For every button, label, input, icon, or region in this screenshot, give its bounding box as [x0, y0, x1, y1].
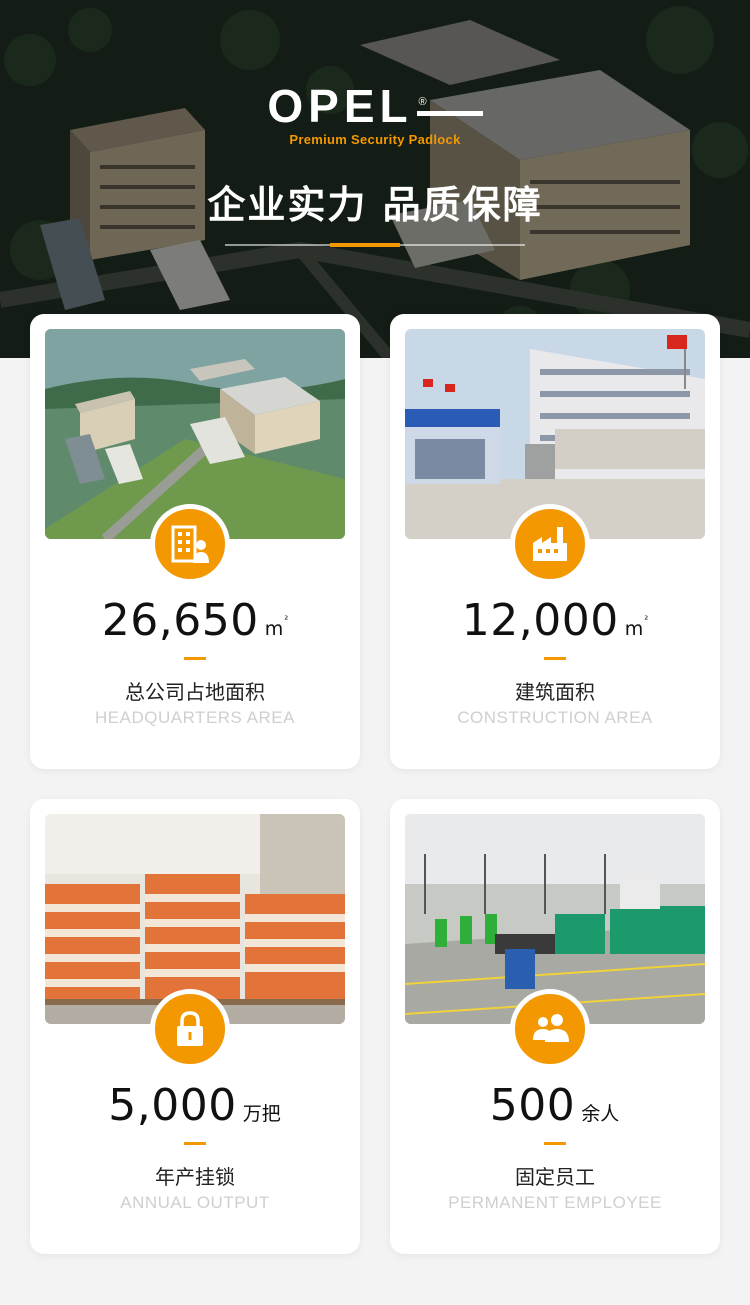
stat-number: 26,650 [101, 595, 259, 646]
people-icon [533, 1014, 569, 1042]
stat-card-annual-output: 5,000 万把 年产挂锁 ANNUAL OUTPUT [30, 799, 360, 1254]
stat-label-en: ANNUAL OUTPUT [120, 1193, 270, 1212]
stat-unit-text: 余人 [581, 1103, 620, 1125]
stat-card-headquarters-area: 26,650 m² 总公司占地面积 HEADQUARTERS AREA [30, 314, 360, 769]
brand-wordmark: OPEL [267, 80, 413, 132]
stat-label-en: PERMANENT EMPLOYEE [448, 1193, 662, 1212]
stat-unit-text: m [264, 618, 284, 640]
stat-value: 12,000 m² [390, 596, 720, 646]
hero-divider-accent [330, 243, 400, 247]
hero-title: 企业实力 品质保障 [207, 183, 543, 227]
office-building-icon [171, 525, 209, 563]
stat-badge [510, 504, 590, 584]
stat-label-cn: 年产挂锁 [155, 1165, 235, 1189]
stat-card-construction-area: 12,000 m² 建筑面积 CONSTRUCTION AREA [390, 314, 720, 769]
stat-unit-superscript: ² [644, 615, 649, 626]
brand-logo[interactable]: OPEL ® Premium Security Padlock [0, 82, 750, 147]
stat-value: 5,000 万把 [30, 1081, 360, 1131]
stat-label-en: HEADQUARTERS AREA [95, 708, 295, 727]
stat-divider [544, 657, 566, 660]
stat-number: 12,000 [461, 595, 619, 646]
stat-value: 26,650 m² [30, 596, 360, 646]
stat-divider [544, 1142, 566, 1145]
stat-divider [184, 657, 206, 660]
stat-divider [184, 1142, 206, 1145]
stat-badge [510, 989, 590, 1069]
stat-label-cn: 建筑面积 [515, 680, 595, 704]
padlock-icon [177, 1011, 203, 1046]
stat-label-en: CONSTRUCTION AREA [457, 708, 653, 727]
stat-card-permanent-employee: 500 余人 固定员工 PERMANENT EMPLOYEE [390, 799, 720, 1254]
stat-unit-superscript: ² [284, 615, 289, 626]
stat-unit-text: m [624, 618, 644, 640]
registered-mark: ® [418, 96, 427, 108]
stat-number: 500 [489, 1080, 576, 1131]
stat-unit-text: 万把 [242, 1103, 281, 1125]
stat-unit: m² [624, 615, 649, 640]
factory-icon [533, 527, 567, 561]
brand-tagline: Premium Security Padlock [289, 132, 461, 147]
stat-unit: m² [264, 615, 289, 640]
stat-unit: 万把 [243, 1103, 282, 1125]
stat-value: 500 余人 [390, 1081, 720, 1131]
stat-badge [150, 504, 230, 584]
stat-label-cn: 固定员工 [515, 1165, 595, 1189]
stat-badge [150, 989, 230, 1069]
hero-banner: OPEL ® Premium Security Padlock 企业实力 品质保障 [0, 0, 750, 358]
stat-number: 5,000 [108, 1080, 237, 1131]
stat-unit: 余人 [581, 1103, 620, 1125]
stat-label-cn: 总公司占地面积 [125, 680, 265, 704]
brand-name: OPEL ® [267, 80, 426, 132]
